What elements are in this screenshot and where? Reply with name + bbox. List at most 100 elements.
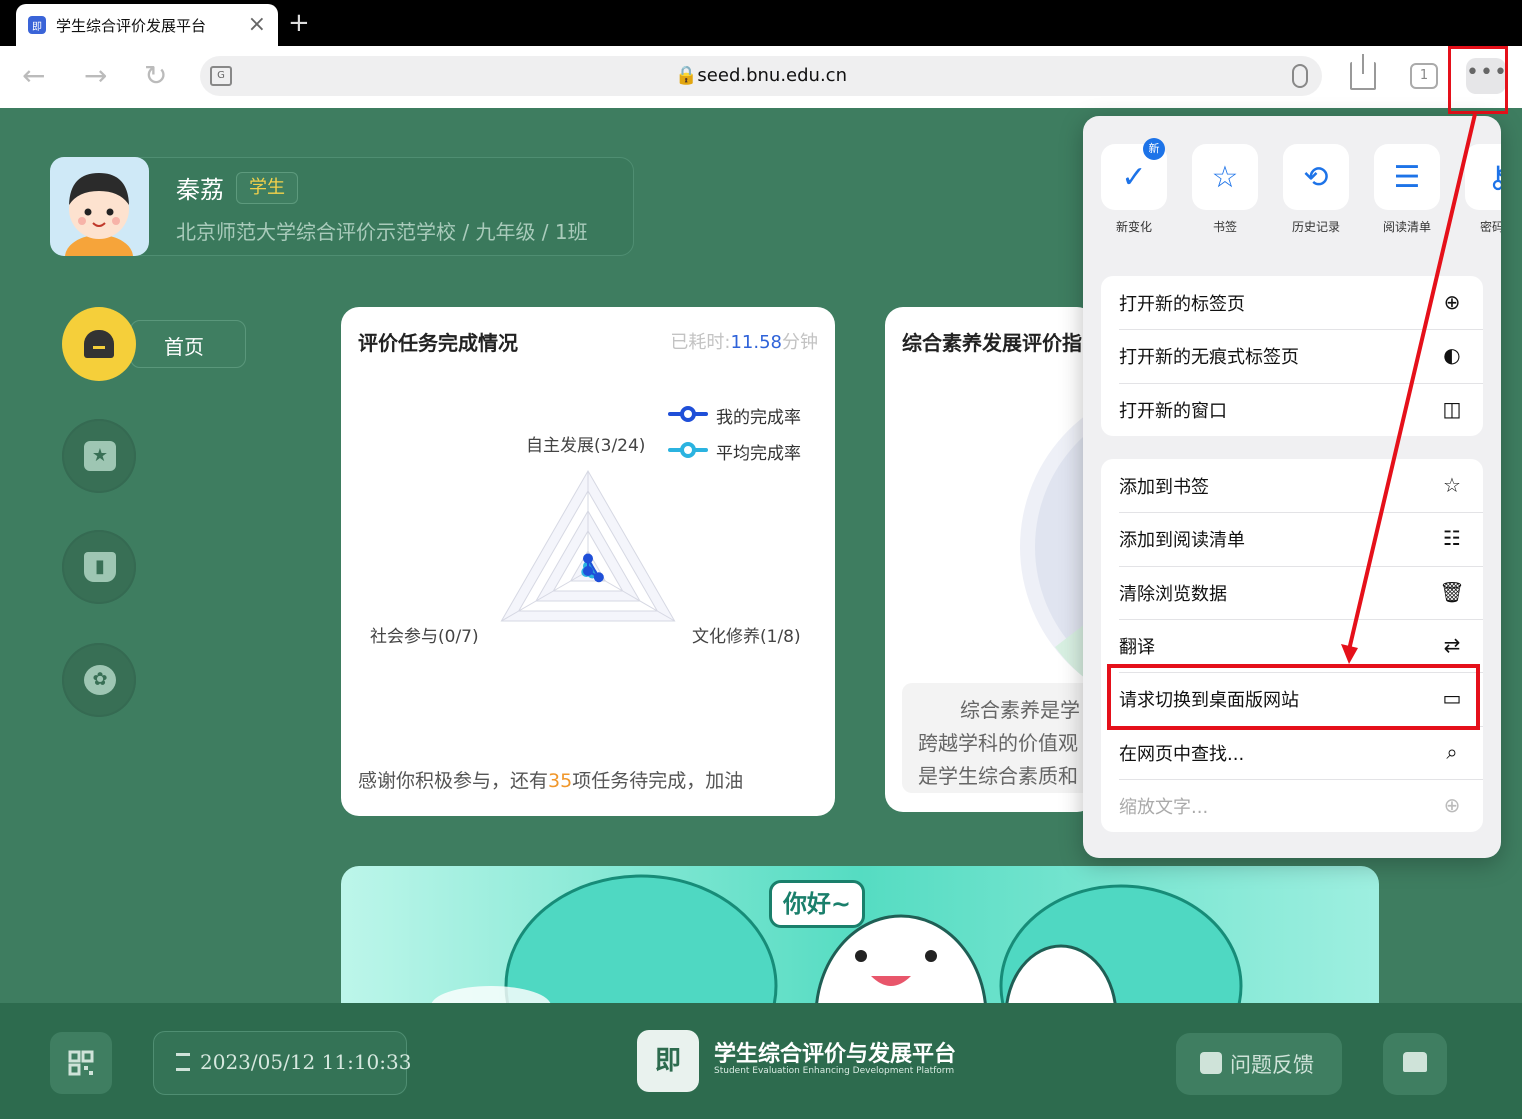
microphone-icon[interactable] bbox=[1292, 64, 1308, 88]
current-datetime: 2023/05/12 11:10:33 bbox=[200, 1050, 412, 1074]
menu-item-label: 添加到阅读清单 bbox=[1119, 530, 1245, 552]
menu-item-label: 清除浏览数据 bbox=[1119, 583, 1227, 605]
radar-point bbox=[583, 566, 593, 576]
edit-check-icon bbox=[1200, 1052, 1222, 1074]
platform-logo-icon: 即 bbox=[637, 1030, 699, 1092]
tab-favicon-icon: 即 bbox=[28, 16, 46, 34]
menu-item-trash[interactable]: 清除浏览数据 🗑 bbox=[1101, 565, 1483, 619]
radar-label-right: 文化修养(1/8) bbox=[692, 627, 801, 647]
menu-group-page: 添加到书签 ☆ 添加到阅读清单 ☷ 清除浏览数据 🗑 翻译 ⇄ 请求切换到桌面版网站 ▭ 在网页中查… bbox=[1101, 459, 1483, 832]
desktop-site-highlight bbox=[1107, 664, 1480, 730]
elapsed-unit: 分钟 bbox=[782, 332, 818, 353]
menu-separator bbox=[1119, 565, 1483, 567]
menu-item-zoom[interactable]: 缩放文字... ⊕ bbox=[1101, 778, 1483, 832]
legend-mine-label[interactable]: 我的完成率 bbox=[716, 403, 801, 428]
nav-home-label[interactable]: 首页 bbox=[164, 331, 204, 360]
greeting-bubble: 你好~ bbox=[769, 880, 865, 928]
feedback-label[interactable]: 问题反馈 bbox=[1230, 1049, 1314, 1079]
thanks-suffix: 项任务待完成，加油 bbox=[572, 770, 744, 792]
share-icon[interactable] bbox=[1350, 54, 1376, 90]
quick-action-history[interactable]: ⟲ 历史记录 bbox=[1283, 144, 1349, 235]
quick-action-label: 历史记录 bbox=[1291, 220, 1340, 234]
legend-avg-label[interactable]: 平均完成率 bbox=[716, 439, 801, 464]
quick-action-label: 阅读清单 bbox=[1382, 220, 1431, 234]
radar-label-top: 自主发展(3/24) bbox=[526, 436, 646, 456]
radar-grid bbox=[500, 469, 676, 622]
task-card-title: 评价任务完成情况 bbox=[358, 331, 518, 355]
qr-code-button[interactable] bbox=[50, 1032, 112, 1094]
home-icon bbox=[84, 330, 114, 358]
legend-avg-marker bbox=[680, 442, 696, 458]
school-info: 北京师范大学综合评价示范学校 / 九年级 / 1班 bbox=[176, 220, 588, 244]
quick-action-label: 书签 bbox=[1212, 220, 1237, 234]
legend-mine-marker bbox=[680, 406, 696, 422]
menu-item-incognito[interactable]: 打开新的无痕式标签页 ◐ bbox=[1101, 329, 1483, 382]
quick-action-label: 密码管 bbox=[1479, 220, 1501, 234]
tab-switcher-button[interactable]: 1 bbox=[1410, 63, 1438, 89]
menu-item-label: 打开新的窗口 bbox=[1119, 400, 1227, 422]
window-split-icon: ◫ bbox=[1442, 396, 1462, 421]
radar-chart bbox=[500, 469, 676, 622]
quick-action-star[interactable]: ☆ 书签 bbox=[1192, 144, 1258, 235]
menu-item-label: 打开新的标签页 bbox=[1119, 294, 1245, 315]
radar-point bbox=[593, 572, 604, 583]
radar-point bbox=[583, 553, 593, 564]
key-icon: ⚷ bbox=[1465, 144, 1501, 210]
browser-more-menu: ✓新新变化 ☆ 书签 ⟲ 历史记录 ☰ 阅读清单 ⚷ 密码管 打开新的标签页 ⊕ 打开新的无痕式标签… bbox=[1083, 116, 1501, 858]
menu-separator bbox=[1119, 778, 1483, 780]
elapsed-time: 已耗时:11.58分钟 bbox=[640, 328, 818, 354]
thanks-prefix: 感谢你积极参与，还有 bbox=[358, 770, 549, 792]
menu-item-plus-circle[interactable]: 打开新的标签页 ⊕ bbox=[1101, 276, 1483, 329]
menu-item-star-outline[interactable]: 添加到书签 ☆ bbox=[1101, 459, 1483, 512]
menu-item-label: 翻译 bbox=[1119, 636, 1155, 658]
qr-code-icon bbox=[68, 1050, 94, 1076]
menu-item-label: 在网页中查找... bbox=[1119, 743, 1245, 765]
avatar-illustration bbox=[65, 173, 133, 256]
remaining-tasks-message: 感谢你积极参与，还有35项任务待完成，加油 bbox=[358, 766, 743, 793]
user-name: 秦荔 bbox=[176, 176, 224, 204]
reading-list-add-icon: ☷ bbox=[1443, 526, 1461, 551]
menu-group-open: 打开新的标签页 ⊕ 打开新的无痕式标签页 ◐ 打开新的窗口 ◫ bbox=[1101, 276, 1483, 436]
zoom-icon: ⊕ bbox=[1443, 792, 1461, 817]
menu-item-label: 打开新的无痕式标签页 bbox=[1119, 347, 1299, 369]
elapsed-prefix: 已耗时: bbox=[670, 332, 731, 353]
community-icon: ✿ bbox=[84, 665, 116, 695]
tab-title: 学生综合评价发展平台 bbox=[56, 16, 207, 35]
history-icon: ⟲ bbox=[1283, 144, 1349, 210]
reading-list-icon: ☰ bbox=[1374, 144, 1440, 210]
star-outline-icon: ☆ bbox=[1443, 473, 1461, 497]
new-badge: 新 bbox=[1143, 138, 1165, 160]
quick-action-label: 新变化 bbox=[1115, 220, 1152, 234]
platform-name: 学生综合评价与发展平台 bbox=[714, 1042, 957, 1067]
browser-tab[interactable]: 即 学生综合评价发展平台 × bbox=[16, 4, 278, 46]
quick-action-reading-list[interactable]: ☰ 阅读清单 bbox=[1374, 144, 1440, 235]
more-button-highlight bbox=[1448, 46, 1508, 114]
tab-close-icon[interactable]: × bbox=[248, 14, 266, 36]
new-tab-button[interactable]: + bbox=[288, 8, 310, 38]
quick-action-key[interactable]: ⚷ 密码管 bbox=[1465, 144, 1501, 235]
menu-item-reading-list-add[interactable]: 添加到阅读清单 ☷ bbox=[1101, 512, 1483, 565]
eval-desc-line-2: 跨越学科的价值观 bbox=[918, 731, 1078, 755]
menu-separator bbox=[1119, 382, 1483, 384]
literacy-wheel-chart bbox=[1020, 408, 1095, 686]
tshirt-icon bbox=[1403, 1052, 1427, 1072]
menu-item-window-split[interactable]: 打开新的窗口 ◫ bbox=[1101, 382, 1483, 436]
star-icon: ☆ bbox=[1192, 144, 1258, 210]
avatar[interactable] bbox=[50, 157, 149, 256]
remaining-count: 35 bbox=[548, 770, 573, 792]
menu-separator bbox=[1119, 512, 1483, 514]
translate-icon: ⇄ bbox=[1443, 632, 1461, 657]
quick-action-new-badge[interactable]: ✓ 新新变化 bbox=[1101, 138, 1167, 235]
menu-separator bbox=[1119, 618, 1483, 620]
role-badge: 学生 bbox=[236, 172, 298, 204]
menu-item-find-in-page[interactable]: 在网页中查找... ⌕ bbox=[1101, 725, 1483, 779]
star-badge-icon: ★ bbox=[84, 441, 116, 471]
calendar-icon bbox=[176, 1053, 190, 1071]
new-badge-icon: ✓ 新 bbox=[1101, 138, 1167, 210]
menu-separator bbox=[1119, 329, 1483, 331]
eval-desc-line-3: 是学生综合素质和 bbox=[918, 764, 1078, 788]
incognito-icon: ◐ bbox=[1443, 343, 1461, 368]
find-in-page-icon: ⌕ bbox=[1446, 739, 1458, 764]
eval-card-title: 综合素养发展评价指 bbox=[902, 331, 1082, 355]
book-icon: ▮ bbox=[84, 552, 116, 582]
